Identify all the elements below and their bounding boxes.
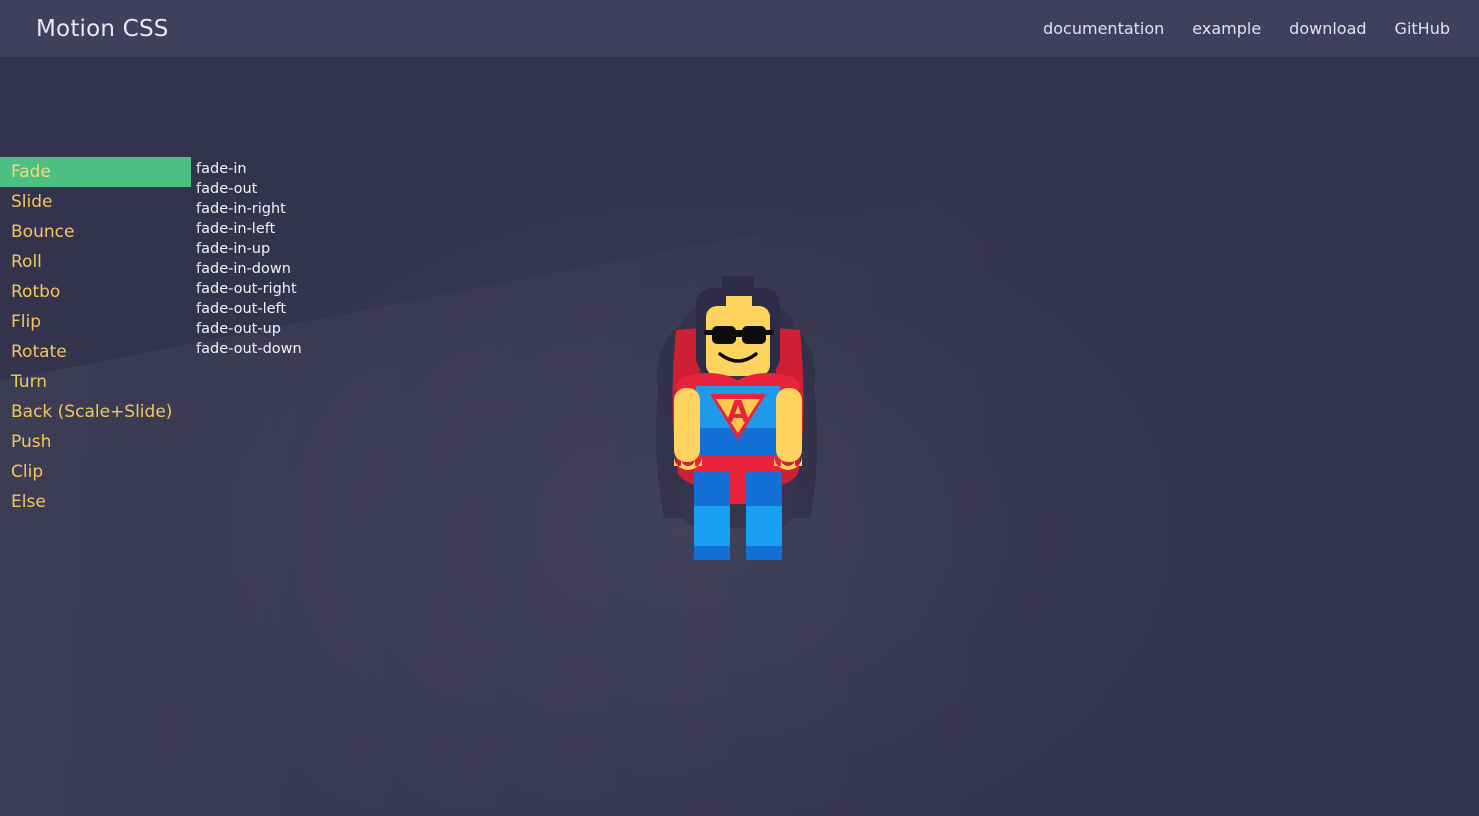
main-content: Fade Slide Bounce Roll Rotbo Flip Rotate…: [0, 57, 1479, 517]
nav-download[interactable]: download: [1275, 19, 1380, 38]
nav-documentation[interactable]: documentation: [1029, 19, 1178, 38]
animation-item-fade-out-right[interactable]: fade-out-right: [196, 279, 302, 299]
animation-item-fade-out-down[interactable]: fade-out-down: [196, 339, 302, 359]
sidebar-item-fade[interactable]: Fade: [0, 157, 191, 187]
sidebar-item-rotbo[interactable]: Rotbo: [0, 277, 191, 307]
page-root: Motion CSS documentation example downloa…: [0, 0, 1479, 816]
nav-github[interactable]: GitHub: [1381, 19, 1463, 38]
sidebar-item-bounce[interactable]: Bounce: [0, 217, 191, 247]
top-navigation: documentation example download GitHub: [1029, 19, 1463, 38]
animation-item-fade-in[interactable]: fade-in: [196, 159, 302, 179]
animation-item-fade-in-left[interactable]: fade-in-left: [196, 219, 302, 239]
animation-item-fade-in-up[interactable]: fade-in-up: [196, 239, 302, 259]
sidebar-item-slide[interactable]: Slide: [0, 187, 191, 217]
animation-item-fade-out-left[interactable]: fade-out-left: [196, 299, 302, 319]
animation-item-fade-in-down[interactable]: fade-in-down: [196, 259, 302, 279]
sidebar-item-push[interactable]: Push: [0, 427, 191, 457]
top-header-bar: Motion CSS documentation example downloa…: [0, 0, 1479, 57]
sidebar-item-roll[interactable]: Roll: [0, 247, 191, 277]
sidebar-item-flip[interactable]: Flip: [0, 307, 191, 337]
sidebar-item-clip[interactable]: Clip: [0, 457, 191, 487]
nav-example[interactable]: example: [1178, 19, 1275, 38]
sidebar-item-rotate[interactable]: Rotate: [0, 337, 191, 367]
sidebar-item-back[interactable]: Back (Scale+Slide): [0, 397, 191, 427]
brand-title: Motion CSS: [36, 15, 169, 42]
sidebar-item-turn[interactable]: Turn: [0, 367, 191, 397]
sidebar-item-else[interactable]: Else: [0, 487, 191, 517]
animation-item-fade-in-right[interactable]: fade-in-right: [196, 199, 302, 219]
animation-item-fade-out-up[interactable]: fade-out-up: [196, 319, 302, 339]
animation-item-fade-out[interactable]: fade-out: [196, 179, 302, 199]
animation-name-list: fade-in fade-out fade-in-right fade-in-l…: [191, 157, 302, 359]
category-sidebar: Fade Slide Bounce Roll Rotbo Flip Rotate…: [0, 157, 191, 517]
